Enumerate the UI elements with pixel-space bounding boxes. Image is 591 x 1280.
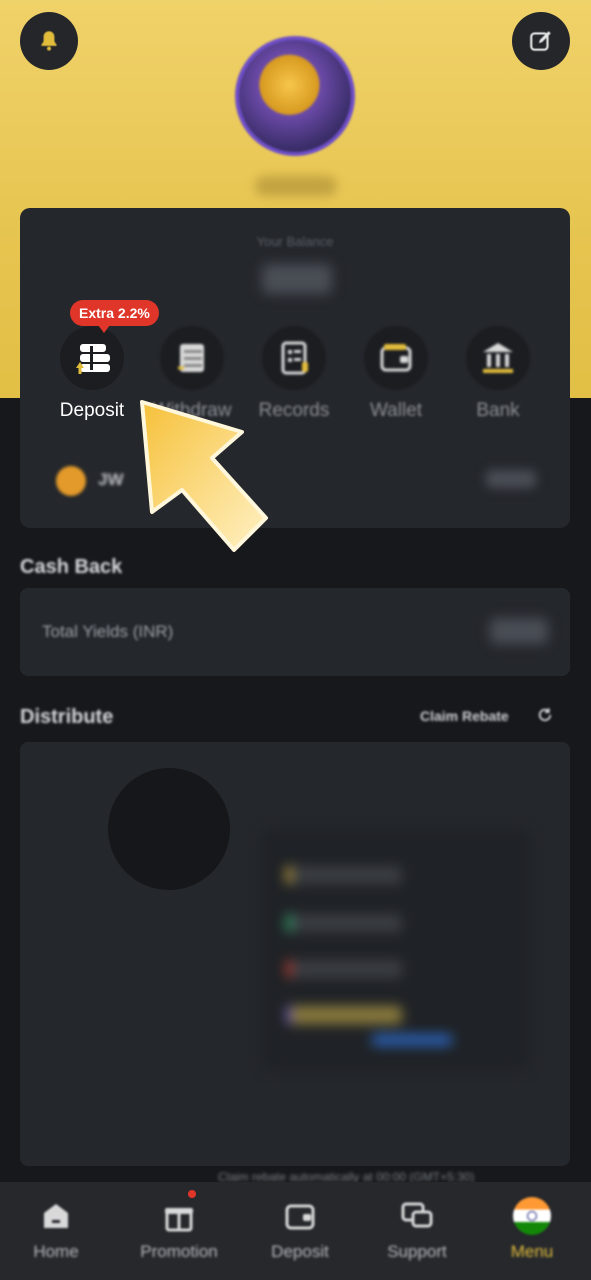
balance-label: Your Balance xyxy=(256,234,334,249)
bell-icon xyxy=(41,31,57,51)
legend-link xyxy=(372,1034,452,1046)
deposit-bonus-badge: Extra 2.2% xyxy=(70,300,159,333)
legend-item xyxy=(286,1006,402,1024)
refresh-icon[interactable] xyxy=(536,706,554,724)
nav-home[interactable]: Home xyxy=(1,1182,111,1280)
deposit-label: Deposit xyxy=(59,400,125,421)
wallet-label: Wallet xyxy=(369,400,423,421)
nav-support[interactable]: Support xyxy=(362,1182,472,1280)
legend-item xyxy=(286,914,402,932)
nav-deposit[interactable]: Deposit xyxy=(245,1182,355,1280)
notification-button[interactable] xyxy=(20,12,78,70)
records-icon xyxy=(281,341,308,375)
jw-label: JW xyxy=(98,470,124,489)
nav-menu[interactable]: Menu xyxy=(477,1182,587,1280)
chat-icon xyxy=(401,1202,433,1228)
bottom-navigation: Home Promotion Deposit Support Menu xyxy=(0,1182,591,1280)
home-icon xyxy=(44,1204,68,1228)
deposit-icon xyxy=(76,344,110,374)
nav-deposit-label: Deposit xyxy=(271,1242,329,1261)
total-yields-label: Total Yields (INR) xyxy=(42,622,174,641)
nav-menu-label: Menu xyxy=(510,1242,554,1261)
bank-icon xyxy=(483,343,513,373)
coin-icon xyxy=(56,466,86,496)
bank-label: Bank xyxy=(476,400,520,421)
avatar[interactable] xyxy=(235,36,355,156)
distribute-title: Distribute xyxy=(20,706,114,728)
legend-item xyxy=(286,866,402,884)
withdraw-icon xyxy=(178,344,204,372)
deposit-action[interactable]: Deposit xyxy=(44,326,140,422)
nav-promotion[interactable]: Promotion xyxy=(124,1182,234,1280)
gift-icon xyxy=(165,1208,193,1232)
wallet-icon xyxy=(380,344,412,372)
claim-rebate-link[interactable]: Claim Rebate xyxy=(420,708,509,724)
nav-support-label: Support xyxy=(387,1242,447,1261)
balance-value xyxy=(262,264,332,294)
india-flag-icon xyxy=(513,1197,551,1235)
username xyxy=(255,176,337,196)
pointer-arrow-icon xyxy=(140,400,268,552)
legend-item xyxy=(286,960,402,978)
wallet-action[interactable]: Wallet xyxy=(348,326,444,422)
quick-actions: Deposit Withdraw Records Wallet Bank xyxy=(0,326,591,426)
jw-value xyxy=(486,470,536,488)
bank-action[interactable]: Bank xyxy=(450,326,546,422)
edit-profile-button[interactable] xyxy=(512,12,570,70)
edit-icon xyxy=(530,31,551,51)
cash-back-panel: Total Yields (INR) xyxy=(20,588,570,676)
distribution-legend xyxy=(262,830,530,1070)
cash-back-title: Cash Back xyxy=(20,556,123,578)
nav-home-label: Home xyxy=(33,1242,79,1261)
wallet-icon xyxy=(285,1204,315,1230)
distribution-chart xyxy=(108,768,230,890)
nav-promotion-label: Promotion xyxy=(140,1242,218,1261)
total-yields-value xyxy=(490,618,548,644)
